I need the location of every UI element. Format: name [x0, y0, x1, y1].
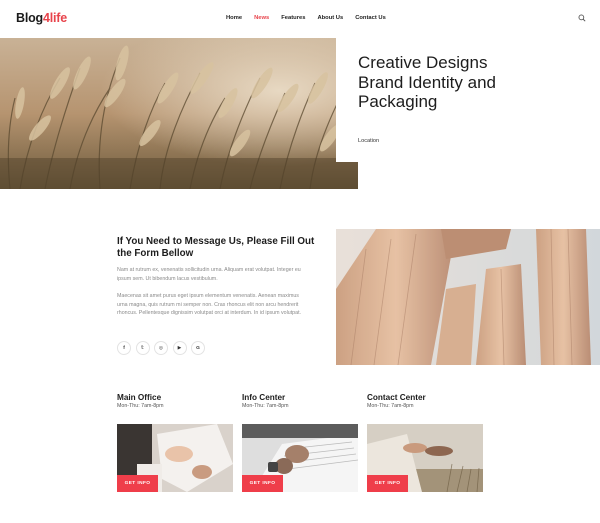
instagram-icon[interactable]: ◎: [154, 341, 168, 355]
message-title: If You Need to Message Us, Please Fill O…: [117, 236, 315, 259]
get-info-button[interactable]: GET INFO: [367, 475, 408, 492]
office-hours: Mon-Thu: 7am-8pm: [117, 403, 164, 409]
social-links: f 𝕥 ◎ ▶ G: [117, 341, 210, 355]
site-logo[interactable]: Blog4life: [16, 11, 67, 25]
office-hours: Mon-Thu: 7am-8pm: [367, 403, 414, 409]
nav-contact-us[interactable]: Contact Us: [355, 15, 386, 21]
nav-home[interactable]: Home: [226, 15, 242, 21]
main-nav: Home News Features About Us Contact Us: [226, 15, 398, 21]
office-title: Contact Center: [367, 393, 426, 402]
nav-features[interactable]: Features: [281, 15, 305, 21]
nav-news[interactable]: News: [254, 15, 269, 21]
logo-accent: 4life: [42, 11, 67, 25]
office-title: Info Center: [242, 393, 286, 402]
google-icon[interactable]: G: [191, 341, 205, 355]
facebook-icon[interactable]: f: [117, 341, 131, 355]
office-info-center: Info Center Mon-Thu: 7am-8pm GET INFO: [242, 393, 360, 492]
message-paragraph-1: Nam at rutrum ex, venenatis sollicitudin…: [117, 267, 301, 282]
site-header: Blog4life Home News Features About Us Co…: [0, 0, 600, 38]
get-info-button[interactable]: GET INFO: [117, 475, 158, 492]
office-main: Main Office Mon-Thu: 7am-8pm GET INFO: [117, 393, 235, 492]
office-title: Main Office: [117, 393, 162, 402]
hero-title: Creative Designs Brand Identity and Pack…: [358, 53, 496, 111]
get-info-button[interactable]: GET INFO: [242, 475, 283, 492]
hero-image: [0, 38, 358, 189]
nav-about-us[interactable]: About Us: [317, 15, 343, 21]
columns-image: [336, 229, 600, 365]
office-contact-center: Contact Center Mon-Thu: 7am-8pm GET INFO: [367, 393, 485, 492]
hero-location[interactable]: Location: [358, 138, 379, 144]
hero-image-notch: [336, 38, 360, 162]
message-paragraph-2: Maecenas sit amet purus eget ipsum eleme…: [117, 293, 302, 317]
office-hours: Mon-Thu: 7am-8pm: [242, 403, 289, 409]
logo-main: Blog: [16, 11, 43, 25]
twitter-icon[interactable]: 𝕥: [135, 341, 150, 355]
youtube-icon[interactable]: ▶: [172, 341, 187, 355]
search-icon[interactable]: [578, 14, 586, 22]
